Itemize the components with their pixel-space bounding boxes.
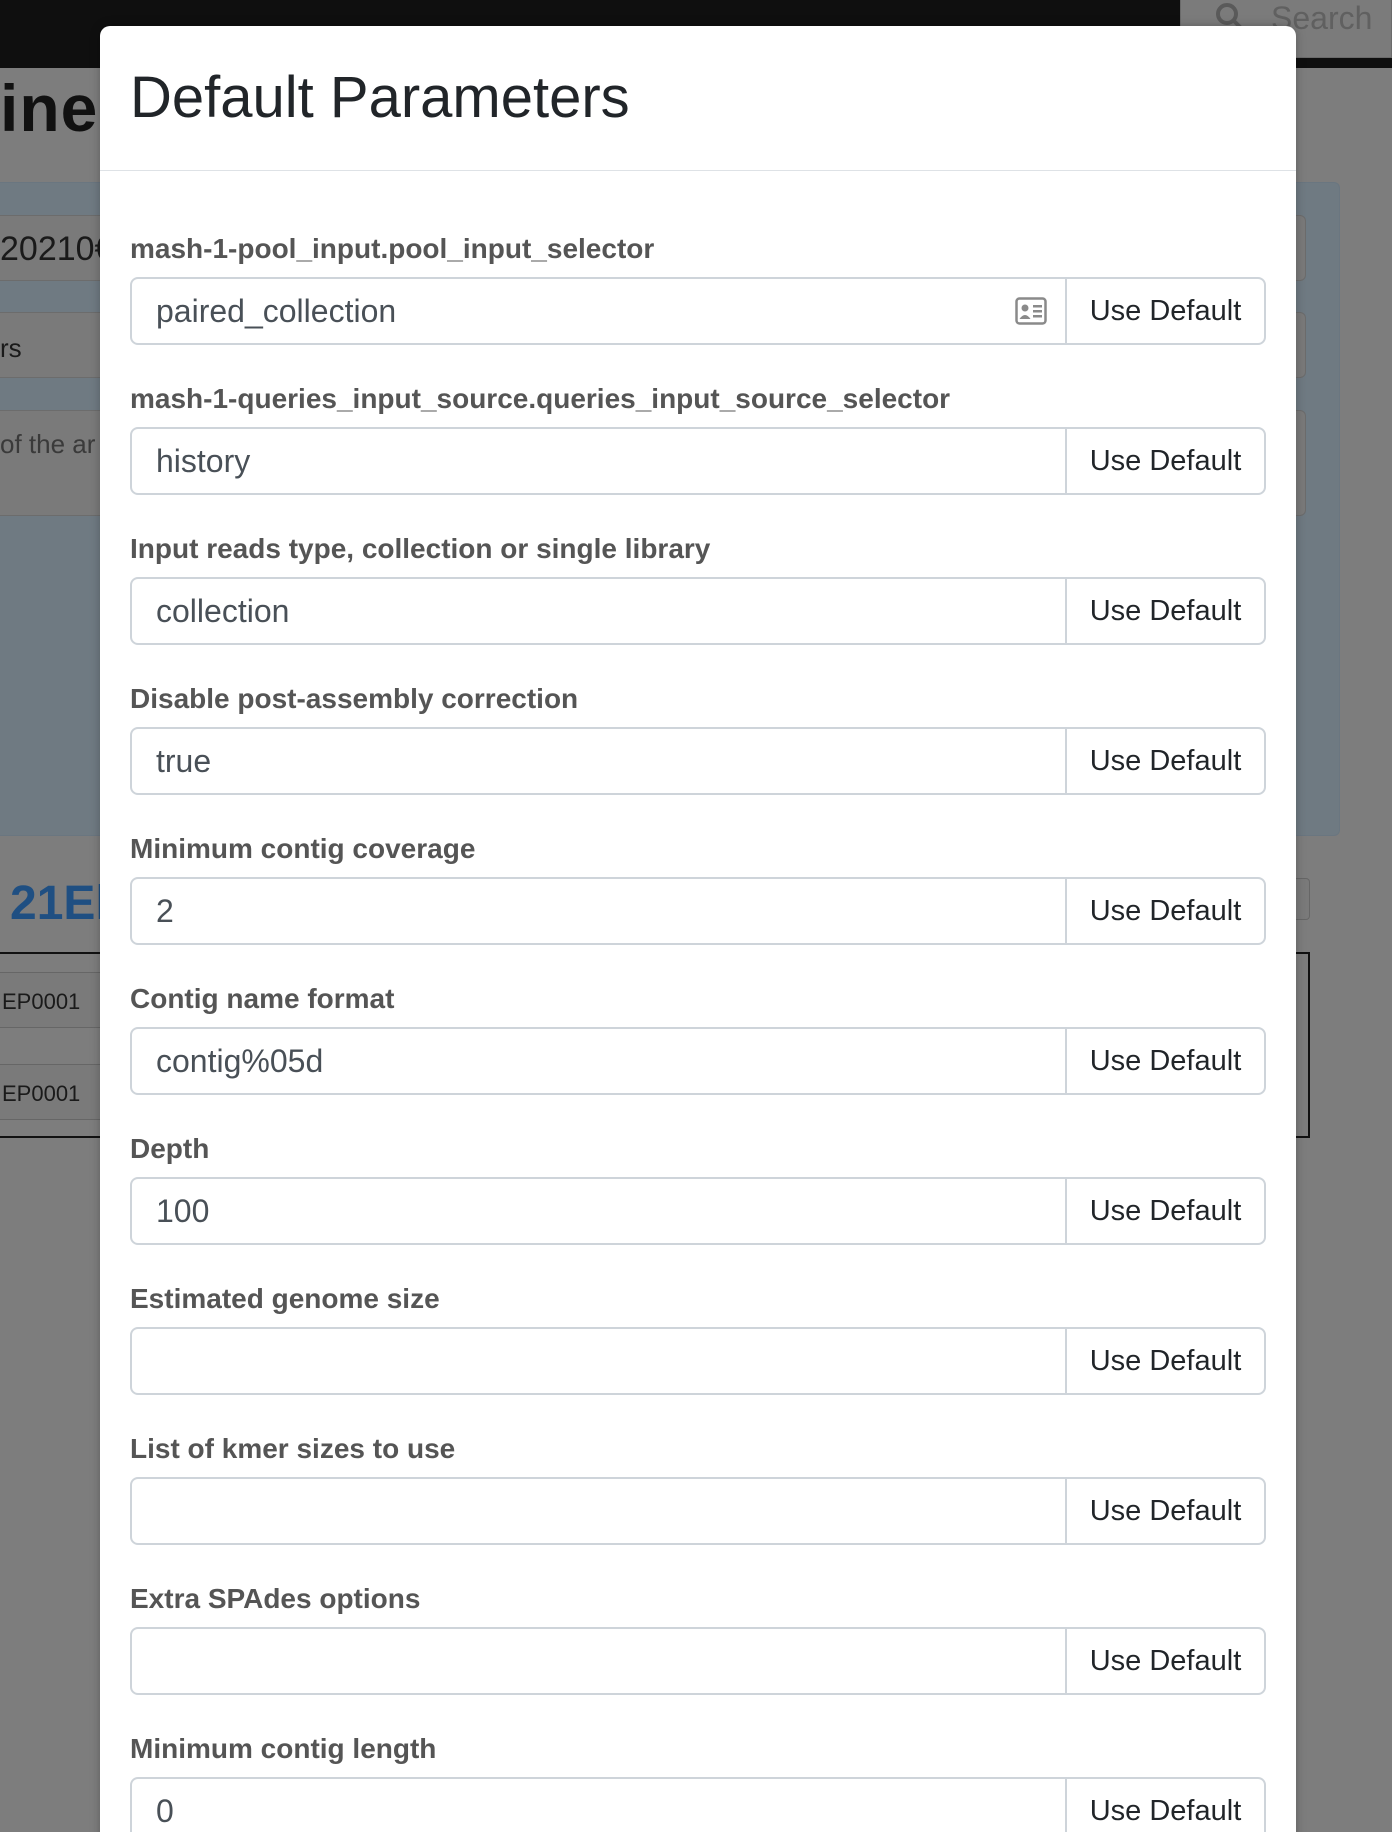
param-row: Minimum contig length 0 Use Default xyxy=(130,1731,1266,1832)
use-default-button[interactable]: Use Default xyxy=(1066,1177,1266,1245)
id-card-icon[interactable] xyxy=(1015,297,1047,325)
param-value: 2 xyxy=(156,893,174,929)
param-label: List of kmer sizes to use xyxy=(130,1433,456,1464)
param-input-group: 100 Use Default xyxy=(130,1177,1266,1245)
param-input[interactable]: 2 xyxy=(130,877,1066,945)
param-label: mash-1-queries_input_source.queries_inpu… xyxy=(130,383,951,414)
param-input-group: Use Default xyxy=(130,1627,1266,1695)
param-input[interactable]: history xyxy=(130,427,1066,495)
modal-header: Default Parameters xyxy=(100,26,1296,171)
param-input[interactable]: collection xyxy=(130,577,1066,645)
param-row: Depth 100 Use Default xyxy=(130,1131,1266,1245)
param-row: Contig name format contig%05d Use Defaul… xyxy=(130,981,1266,1095)
param-value: 0 xyxy=(156,1793,174,1829)
param-input-group: paired_collection Use Default xyxy=(130,277,1266,345)
modal-title: Default Parameters xyxy=(130,65,630,130)
use-default-button[interactable]: Use Default xyxy=(1066,727,1266,795)
param-input-group: 0 Use Default xyxy=(130,1777,1266,1832)
param-input-group: true Use Default xyxy=(130,727,1266,795)
param-input-group: history Use Default xyxy=(130,427,1266,495)
param-input[interactable] xyxy=(130,1627,1066,1695)
param-input-group: collection Use Default xyxy=(130,577,1266,645)
param-input-group: Use Default xyxy=(130,1327,1266,1395)
param-input-group: Use Default xyxy=(130,1477,1266,1545)
param-input-group: 2 Use Default xyxy=(130,877,1266,945)
use-default-button[interactable]: Use Default xyxy=(1066,577,1266,645)
param-row: Minimum contig coverage 2 Use Default xyxy=(130,831,1266,945)
param-value: collection xyxy=(156,593,290,629)
param-row: Extra SPAdes options Use Default xyxy=(130,1581,1266,1695)
param-input[interactable]: contig%05d xyxy=(130,1027,1066,1095)
background-heading: 21El xyxy=(10,877,109,930)
param-input[interactable]: paired_collection xyxy=(130,277,1066,345)
param-value: contig%05d xyxy=(156,1043,324,1079)
param-input[interactable] xyxy=(130,1477,1066,1545)
param-input[interactable] xyxy=(130,1327,1066,1395)
background-page-title: ine xyxy=(0,71,99,145)
param-label: Minimum contig coverage xyxy=(130,833,476,864)
use-default-button[interactable]: Use Default xyxy=(1066,1027,1266,1095)
use-default-button[interactable]: Use Default xyxy=(1066,277,1266,345)
use-default-button[interactable]: Use Default xyxy=(1066,1327,1266,1395)
param-label: Input reads type, collection or single l… xyxy=(130,533,711,564)
param-row: Disable post-assembly correction true Us… xyxy=(130,681,1266,795)
use-default-button[interactable]: Use Default xyxy=(1066,1777,1266,1832)
param-input[interactable]: true xyxy=(130,727,1066,795)
param-value: 100 xyxy=(156,1193,210,1229)
use-default-button[interactable]: Use Default xyxy=(1066,877,1266,945)
param-label: Extra SPAdes options xyxy=(130,1583,421,1614)
use-default-button[interactable]: Use Default xyxy=(1066,1627,1266,1695)
param-label: Contig name format xyxy=(130,983,395,1014)
param-value: true xyxy=(156,743,212,779)
param-input[interactable]: 100 xyxy=(130,1177,1066,1245)
param-row: Estimated genome size Use Default xyxy=(130,1281,1266,1395)
param-row: mash-1-pool_input.pool_input_selector pa… xyxy=(130,231,1266,345)
param-row: List of kmer sizes to use Use Default xyxy=(130,1431,1266,1545)
use-default-button[interactable]: Use Default xyxy=(1066,427,1266,495)
param-label: Depth xyxy=(130,1133,210,1164)
param-input[interactable]: 0 xyxy=(130,1777,1066,1832)
param-value: paired_collection xyxy=(156,293,397,329)
param-row: Input reads type, collection or single l… xyxy=(130,531,1266,645)
param-row: mash-1-queries_input_source.queries_inpu… xyxy=(130,381,1266,495)
param-value: history xyxy=(156,443,251,479)
default-parameters-modal: Default Parameters mash-1-pool_input.poo… xyxy=(100,26,1296,1832)
param-label: mash-1-pool_input.pool_input_selector xyxy=(130,233,655,264)
use-default-button[interactable]: Use Default xyxy=(1066,1477,1266,1545)
param-label: Estimated genome size xyxy=(130,1283,440,1314)
param-input-group: contig%05d Use Default xyxy=(130,1027,1266,1095)
param-label: Minimum contig length xyxy=(130,1733,437,1764)
param-label: Disable post-assembly correction xyxy=(130,683,579,714)
